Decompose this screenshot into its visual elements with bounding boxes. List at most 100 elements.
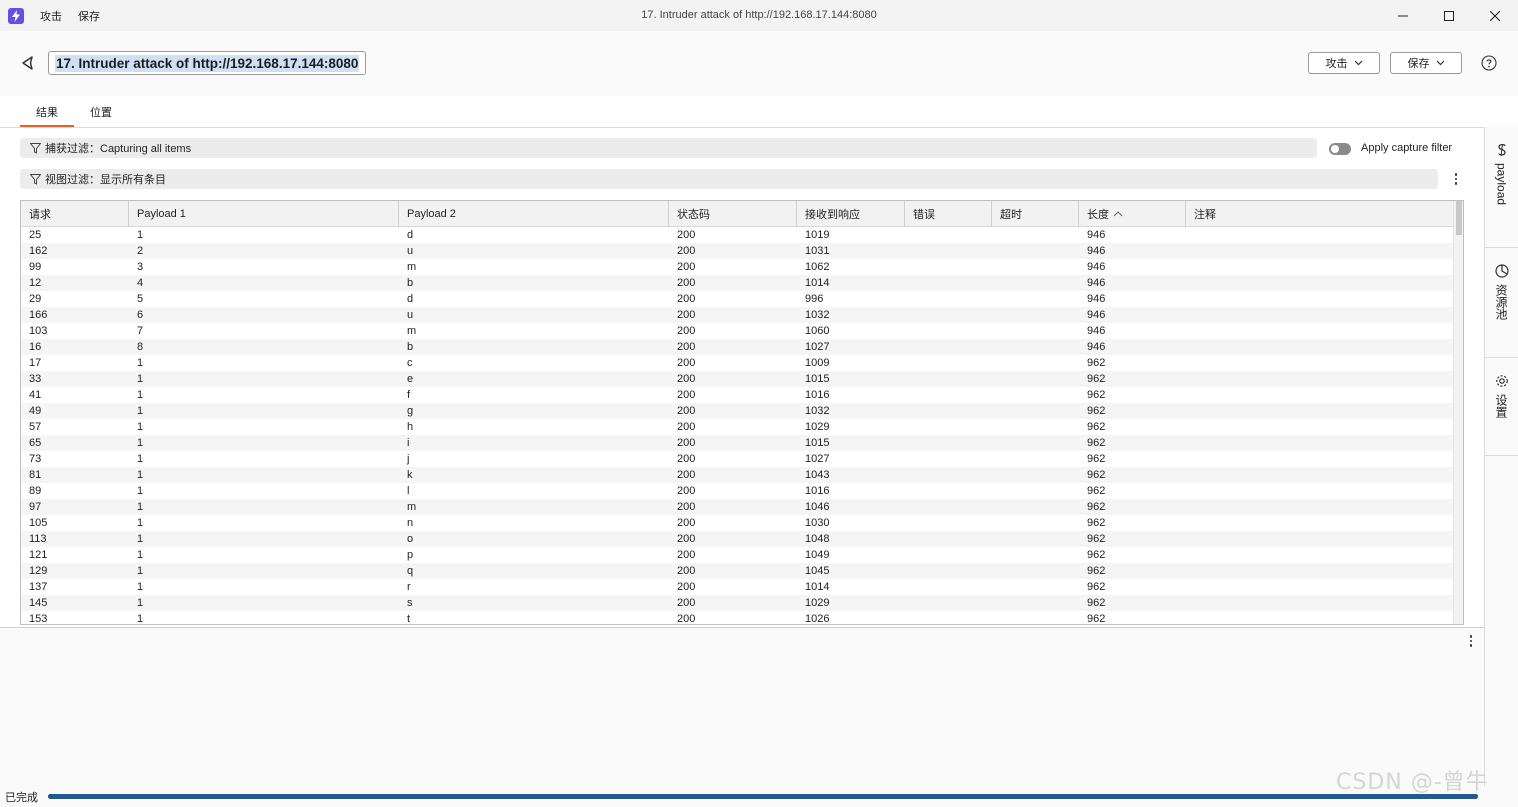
cell-status: 200 [677, 517, 696, 529]
column-header-response-received[interactable]: 接收到响应 [797, 201, 905, 227]
column-header-request[interactable]: 请求 [21, 201, 129, 227]
table-row[interactable]: 33 1 e 200 1015 962 [21, 371, 1454, 387]
cell-payload2: p [407, 549, 414, 561]
maximize-button[interactable] [1426, 0, 1472, 31]
cell-request: 113 [29, 533, 47, 545]
cell-status: 200 [677, 357, 696, 369]
table-row[interactable]: 81 1 k 200 1043 962 [21, 467, 1454, 483]
attack-title-field[interactable]: 17. Intruder attack of http://192.168.17… [48, 51, 367, 75]
cell-payload1: 8 [137, 341, 144, 353]
cell-request: 121 [29, 549, 48, 561]
table-row[interactable]: 137 1 r 200 1014 962 [21, 579, 1454, 595]
table-row[interactable]: 153 1 t 200 1026 962 [21, 611, 1454, 625]
table-row[interactable]: 129 1 q 200 1045 962 [21, 563, 1454, 579]
table-row[interactable]: 57 1 h 200 1029 962 [21, 419, 1454, 435]
cell-response-received: 1015 [805, 373, 830, 385]
table-row[interactable]: 29 5 d 200 996 946 [21, 291, 1454, 307]
cell-status: 200 [677, 245, 696, 257]
menu-attack[interactable]: 攻击 [40, 8, 62, 24]
minimize-button[interactable] [1380, 0, 1426, 31]
cell-status: 200 [677, 549, 696, 561]
cell-payload2: b [407, 277, 414, 289]
cell-timeout [992, 243, 1000, 259]
back-button[interactable] [18, 53, 38, 73]
table-row[interactable]: 145 1 s 200 1029 962 [21, 595, 1454, 611]
cell-length: 946 [1087, 341, 1106, 353]
table-row[interactable]: 73 1 j 200 1027 962 [21, 451, 1454, 467]
table-row[interactable]: 17 1 c 200 1009 962 [21, 355, 1454, 371]
table-row[interactable]: 49 1 g 200 1032 962 [21, 403, 1454, 419]
table-row[interactable]: 16 8 b 200 1027 946 [21, 339, 1454, 355]
help-button[interactable] [1481, 55, 1497, 71]
cell-payload1: 1 [137, 229, 144, 241]
cell-payload1: 1 [137, 453, 144, 465]
column-header-error[interactable]: 错误 [905, 201, 992, 227]
table-row[interactable]: 97 1 m 200 1046 962 [21, 499, 1454, 515]
cell-length: 962 [1087, 405, 1106, 417]
column-header-timeout[interactable]: 超时 [992, 201, 1079, 227]
column-header-payload2[interactable]: Payload 2 [399, 201, 669, 227]
column-header-comment[interactable]: 注释 [1186, 201, 1454, 227]
tab-bar: 结果 位置 [20, 96, 128, 127]
apply-capture-filter-toggle[interactable] [1329, 143, 1351, 155]
cell-payload1: 1 [137, 485, 144, 497]
table-row[interactable]: 166 6 u 200 1032 946 [21, 307, 1454, 323]
capture-filter-bar[interactable]: 捕获过滤：Capturing all items [20, 138, 1317, 158]
side-tab-payload[interactable]: payload [1485, 127, 1518, 248]
table-row[interactable]: 121 1 p 200 1049 962 [21, 547, 1454, 563]
side-tab-settings[interactable]: 设置 [1485, 358, 1518, 456]
table-scrollbar[interactable] [1453, 201, 1463, 624]
cell-payload2: e [407, 373, 414, 385]
request-response-pane [0, 628, 1484, 786]
column-header-length[interactable]: 长度 [1079, 201, 1186, 227]
cell-length: 946 [1087, 229, 1106, 241]
attack-dropdown-button[interactable]: 攻击 [1308, 52, 1380, 74]
cell-error [905, 291, 913, 307]
cell-comment [1186, 259, 1194, 275]
progress-fill [48, 794, 1478, 799]
cell-payload1: 1 [137, 533, 144, 545]
view-filter-bar[interactable]: 视图过滤：显示所有条目 [20, 169, 1438, 189]
cell-response-received: 1032 [805, 405, 830, 417]
menu-save[interactable]: 保存 [78, 8, 100, 24]
cell-comment [1186, 339, 1194, 355]
table-row[interactable]: 65 1 i 200 1015 962 [21, 435, 1454, 451]
cell-timeout [992, 307, 1000, 323]
cell-length: 962 [1087, 517, 1106, 529]
cell-comment [1186, 227, 1194, 243]
table-row[interactable]: 89 1 l 200 1016 962 [21, 483, 1454, 499]
table-row[interactable]: 162 2 u 200 1031 946 [21, 243, 1454, 259]
scrollbar-thumb[interactable] [1456, 201, 1462, 235]
table-row[interactable]: 103 7 m 200 1060 946 [21, 323, 1454, 339]
cell-payload2: q [407, 565, 414, 577]
table-row[interactable]: 12 4 b 200 1014 946 [21, 275, 1454, 291]
cell-payload1: 1 [137, 613, 144, 625]
cell-length: 946 [1087, 309, 1106, 321]
cell-timeout [992, 291, 1000, 307]
close-window-button[interactable] [1472, 0, 1518, 31]
tab-positions[interactable]: 位置 [74, 96, 128, 127]
cell-timeout [992, 563, 1000, 579]
save-dropdown-button[interactable]: 保存 [1390, 52, 1462, 74]
column-header-status[interactable]: 状态码 [669, 201, 797, 227]
cell-payload2: m [407, 261, 417, 273]
table-row[interactable]: 41 1 f 200 1016 962 [21, 387, 1454, 403]
cell-comment [1186, 467, 1194, 483]
cell-timeout [992, 595, 1000, 611]
cell-request: 89 [29, 485, 42, 497]
more-options-icon[interactable] [1450, 171, 1462, 187]
cell-comment [1186, 387, 1194, 403]
table-row[interactable]: 113 1 o 200 1048 962 [21, 531, 1454, 547]
table-row[interactable]: 105 1 n 200 1030 962 [21, 515, 1454, 531]
table-row[interactable]: 99 3 m 200 1062 946 [21, 259, 1454, 275]
column-header-payload1[interactable]: Payload 1 [129, 201, 399, 227]
cell-comment [1186, 595, 1194, 611]
table-row[interactable]: 25 1 d 200 1019 946 [21, 227, 1454, 243]
cell-payload1: 1 [137, 405, 144, 417]
cell-error [905, 467, 913, 483]
cell-comment [1186, 499, 1194, 515]
side-tab-resource-pool[interactable]: 资源池 [1485, 248, 1518, 358]
cell-length: 962 [1087, 389, 1106, 401]
more-options-icon[interactable] [1465, 633, 1477, 649]
tab-results[interactable]: 结果 [20, 96, 74, 127]
